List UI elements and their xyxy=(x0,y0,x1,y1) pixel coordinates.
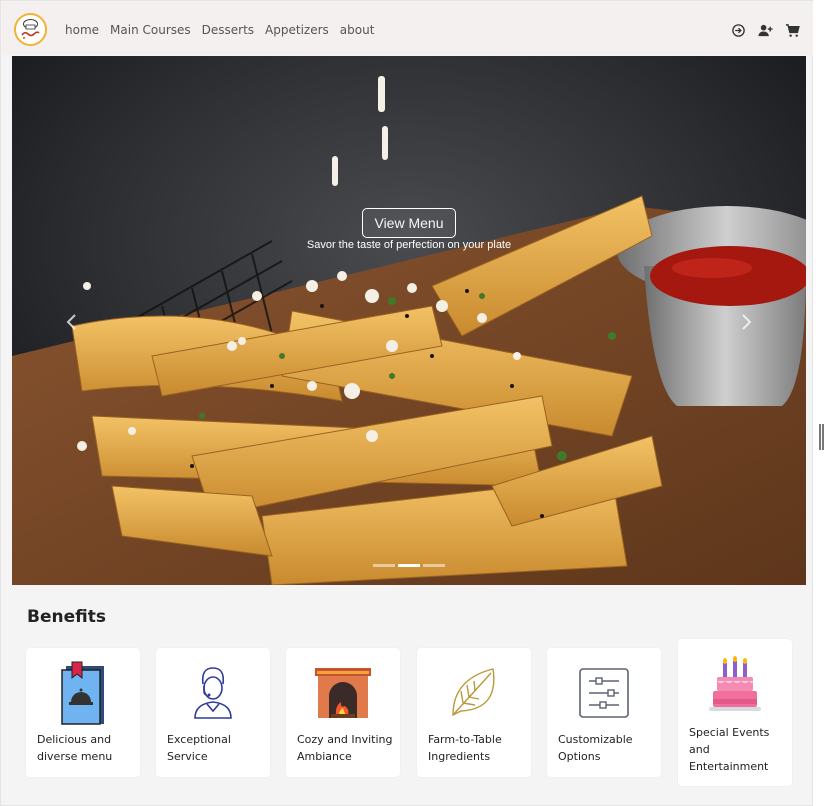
fries-photo xyxy=(12,56,806,585)
carousel-indicator-1[interactable] xyxy=(373,564,395,567)
benefits-title: Benefits xyxy=(27,607,106,627)
carousel-indicator-3[interactable] xyxy=(423,564,445,567)
nav-link-home[interactable]: home xyxy=(65,22,99,38)
benefit-label: Exceptional Service xyxy=(167,733,231,763)
carousel-indicator-2[interactable] xyxy=(398,564,420,567)
nav-link-main-courses[interactable]: Main Courses xyxy=(110,22,191,38)
menu-book-icon xyxy=(26,660,140,726)
hero-carousel: View Menu Savor the taste of perfection … xyxy=(12,56,806,585)
benefit-card: Farm-to-Table Ingredients xyxy=(417,648,531,777)
login-icon[interactable] xyxy=(731,23,746,38)
navbar: home Main Courses Desserts Appetizers ab… xyxy=(2,2,813,55)
benefit-card: Special Events and Entertainment xyxy=(678,639,792,786)
benefit-card: Cozy and Inviting Ambiance xyxy=(286,648,400,777)
benefit-label: Cozy and Inviting Ambiance xyxy=(297,733,393,763)
sliders-icon xyxy=(547,667,661,719)
chevron-right-icon xyxy=(742,314,752,330)
benefit-label: Special Events and Entertainment xyxy=(689,726,770,773)
cart-icon[interactable] xyxy=(785,23,800,38)
hero-tagline: Savor the taste of perfection on your pl… xyxy=(306,239,512,251)
cake-icon xyxy=(678,655,792,713)
nav-link-about[interactable]: about xyxy=(340,22,375,38)
nav-link-desserts[interactable]: Desserts xyxy=(202,22,254,38)
carousel-prev-button[interactable] xyxy=(62,312,82,332)
benefit-card: Exceptional Service xyxy=(156,648,270,777)
benefit-label: Customizable Options xyxy=(558,733,633,763)
benefit-label: Farm-to-Table Ingredients xyxy=(428,733,502,763)
benefit-card: Delicious and diverse menu xyxy=(26,648,140,777)
carousel-indicators xyxy=(12,564,806,567)
page: home Main Courses Desserts Appetizers ab… xyxy=(0,0,813,806)
leaf-icon xyxy=(417,665,531,719)
nav-links: home Main Courses Desserts Appetizers ab… xyxy=(65,22,374,38)
logo[interactable] xyxy=(14,13,47,46)
carousel-next-button[interactable] xyxy=(736,312,756,332)
benefit-label: Delicious and diverse menu xyxy=(37,733,113,763)
fireplace-icon xyxy=(286,668,400,718)
chevron-left-icon xyxy=(66,314,76,330)
view-menu-button[interactable]: View Menu xyxy=(362,208,456,238)
nav-link-appetizers[interactable]: Appetizers xyxy=(265,22,329,38)
nav-icons xyxy=(731,23,800,38)
add-user-icon[interactable] xyxy=(757,23,774,38)
waiter-icon xyxy=(156,664,270,720)
benefit-card: Customizable Options xyxy=(547,648,661,777)
hero-caption: View Menu Savor the taste of perfection … xyxy=(12,208,806,251)
scrollbar-handle[interactable] xyxy=(819,424,824,450)
